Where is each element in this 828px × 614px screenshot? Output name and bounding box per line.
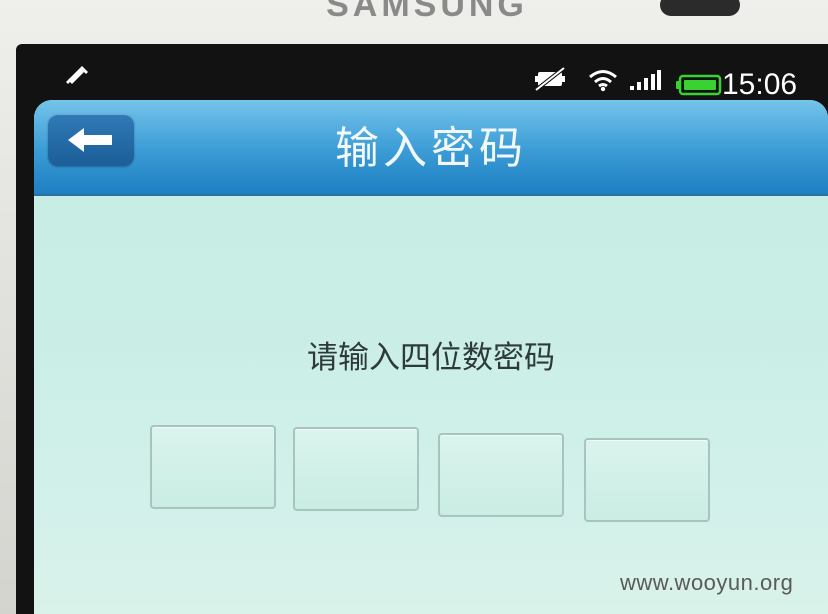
brand-logo: SAMSUNG	[326, 0, 528, 24]
pin-digit-input-4[interactable]	[584, 438, 710, 522]
pin-digit-input-1[interactable]	[150, 425, 276, 509]
page-title: 输入密码	[335, 123, 527, 174]
earpiece-speaker	[660, 0, 740, 16]
title-bar: 输入密码	[34, 100, 828, 196]
signal-icon	[630, 70, 661, 90]
photo-stage: SAMSUNG 15:06 输入密码 请输入四位数密码 www.wooyun.o…	[0, 0, 828, 614]
app-window: 输入密码 请输入四位数密码	[34, 100, 828, 614]
pin-digit-input-2[interactable]	[293, 427, 419, 511]
pin-prompt-label: 请输入四位数密码	[307, 340, 555, 376]
status-bar: 15:06	[16, 44, 828, 101]
notification-icon	[66, 66, 88, 84]
watermark: www.wooyun.org	[620, 570, 794, 595]
wifi-icon	[589, 70, 617, 92]
pin-digit-input-3[interactable]	[438, 433, 564, 517]
phone-screen: 15:06 输入密码 请输入四位数密码	[16, 44, 828, 614]
status-time: 15:06	[722, 68, 798, 101]
mute-icon	[534, 66, 566, 92]
battery-icon	[676, 74, 722, 96]
